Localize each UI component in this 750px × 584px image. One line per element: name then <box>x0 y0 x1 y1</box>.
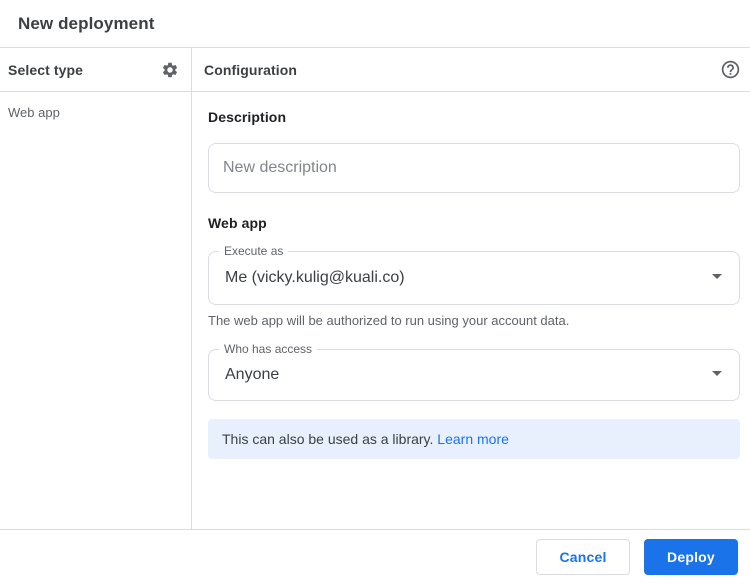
new-deployment-dialog: New deployment Select type Configuration… <box>0 0 750 584</box>
execute-as-value: Me (vicky.kulig@kuali.co) <box>225 269 705 287</box>
dialog-body: Web app Description Web app Execute as M… <box>0 92 750 529</box>
dialog-footer: Cancel Deploy <box>0 529 750 584</box>
dialog-title: New deployment <box>18 14 154 34</box>
learn-more-link[interactable]: Learn more <box>437 431 509 447</box>
configuration-label: Configuration <box>204 62 297 78</box>
deploy-button[interactable]: Deploy <box>644 539 738 575</box>
deployment-type-sidebar: Web app <box>0 92 192 529</box>
who-has-access-field-label: Who has access <box>219 342 317 357</box>
execute-as-field-label: Execute as <box>219 244 288 259</box>
dropdown-arrow-icon <box>705 264 729 293</box>
subheader-row: Select type Configuration <box>0 48 750 92</box>
sidebar-item-web-app[interactable]: Web app <box>8 105 183 120</box>
cancel-button[interactable]: Cancel <box>536 539 630 575</box>
description-label: Description <box>208 109 740 125</box>
who-has-access-value: Anyone <box>225 366 705 384</box>
help-icon[interactable] <box>720 59 741 80</box>
dialog-header: New deployment <box>0 0 750 48</box>
dropdown-arrow-icon <box>705 361 729 390</box>
select-type-header: Select type <box>0 48 192 91</box>
who-has-access-select[interactable]: Who has access Anyone <box>208 349 740 401</box>
execute-as-helper-text: The web app will be authorized to run us… <box>208 313 740 328</box>
configuration-header: Configuration <box>192 48 750 91</box>
library-info-banner: This can also be used as a library. Lear… <box>208 419 740 459</box>
configuration-panel: Description Web app Execute as Me (vicky… <box>192 92 750 529</box>
select-type-label: Select type <box>8 62 83 78</box>
library-info-text: This can also be used as a library. <box>222 431 433 447</box>
web-app-section-label: Web app <box>208 215 740 231</box>
description-input[interactable] <box>208 143 740 193</box>
gear-icon[interactable] <box>161 61 179 79</box>
execute-as-select[interactable]: Execute as Me (vicky.kulig@kuali.co) <box>208 251 740 305</box>
